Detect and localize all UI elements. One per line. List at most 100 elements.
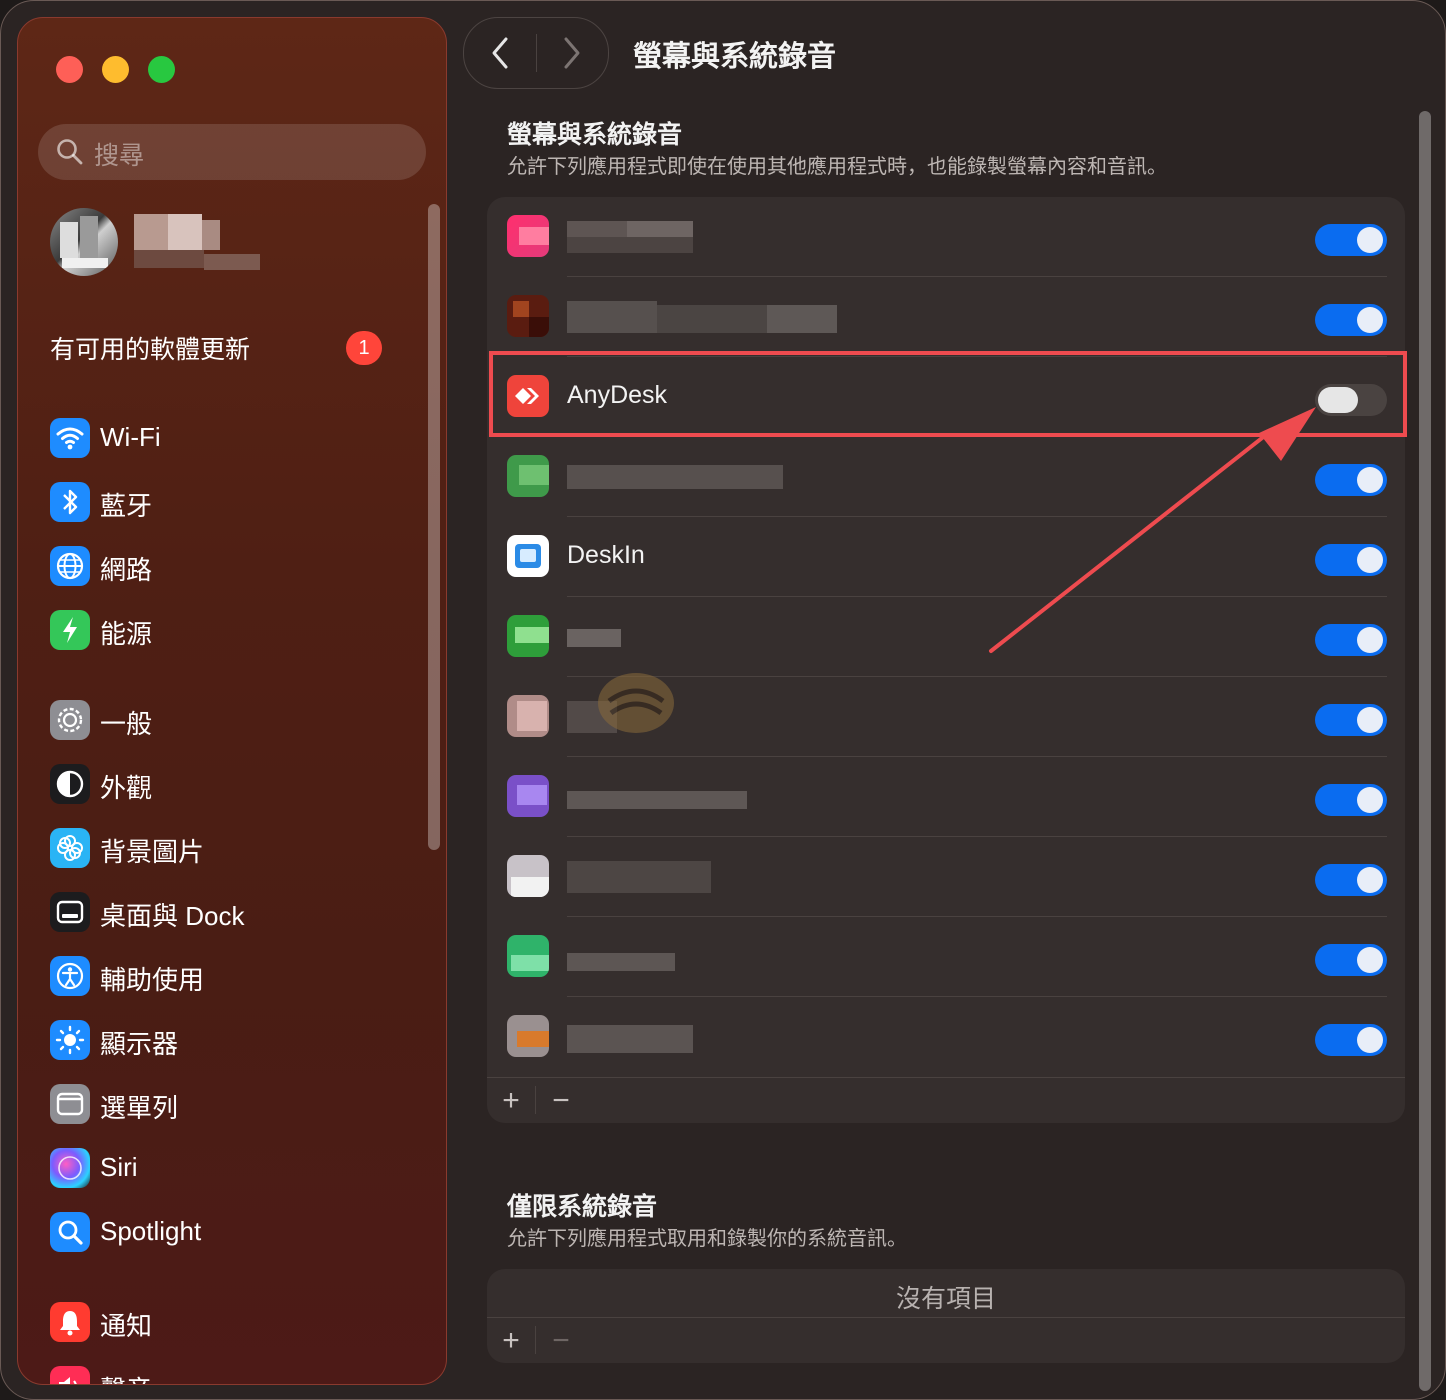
app-icon-redacted [507, 455, 549, 497]
arrow-annotation [989, 407, 1316, 653]
battery-icon [50, 610, 90, 650]
empty-list-label: 沒有項目 [895, 1285, 996, 1313]
app-icon-redacted [507, 695, 549, 737]
app-permission-toggle[interactable] [1315, 784, 1387, 816]
remove-app-button[interactable]: − [537, 1078, 585, 1124]
back-button[interactable] [464, 18, 536, 88]
sidebar-item-wifi[interactable]: Wi-Fi [50, 416, 402, 460]
app-permission-toggle[interactable] [1315, 224, 1387, 256]
sidebar-item-displays[interactable]: 顯示器 [50, 1018, 402, 1062]
sidebar-item-siri[interactable]: Siri [50, 1146, 402, 1190]
app-name-redacted [567, 861, 711, 893]
sidebar-item-label: 聲音 [100, 1370, 152, 1384]
sidebar-item-bluetooth[interactable]: 藍牙 [50, 480, 402, 524]
sidebar-item-label: Spotlight [100, 1216, 202, 1246]
bluetooth-icon [50, 482, 90, 522]
sidebar: 搜尋 有可用的軟體更新 1 Wi-Fi 藍牙 網路 能源 一般 外觀 背景圖片 … [17, 17, 447, 1385]
add-app-button[interactable]: + [487, 1318, 535, 1364]
app-icon-redacted [507, 215, 549, 257]
menubar-icon [50, 1084, 90, 1124]
sun-icon [50, 1020, 90, 1060]
app-permission-toggle[interactable] [1315, 1024, 1387, 1056]
dock-icon [50, 892, 90, 932]
app-row [487, 277, 1405, 357]
app-row [487, 757, 1405, 837]
list-footer: + − [487, 1077, 1405, 1124]
remove-app-button[interactable]: − [537, 1318, 585, 1364]
sidebar-item-menu-bar[interactable]: 選單列 [50, 1082, 402, 1126]
app-permission-toggle[interactable] [1315, 704, 1387, 736]
close-window-button[interactable] [56, 56, 83, 83]
sidebar-item-label: 網路 [100, 555, 153, 585]
gear-icon [50, 700, 90, 740]
sidebar-item-general[interactable]: 一般 [50, 698, 402, 742]
chevron-left-icon [492, 37, 508, 69]
deskin-permission-toggle[interactable] [1315, 544, 1387, 576]
bell-icon [50, 1302, 90, 1342]
sidebar-scrollbar[interactable] [428, 204, 440, 850]
flower-icon [50, 828, 90, 868]
sidebar-item-desktop-dock[interactable]: 桌面與 Dock [50, 890, 402, 934]
forward-button[interactable] [536, 18, 608, 88]
siri-icon [50, 1148, 90, 1188]
sidebar-item-notifications[interactable]: 通知 [50, 1300, 402, 1344]
app-icon-redacted [507, 855, 549, 897]
minimize-window-button[interactable] [102, 56, 129, 83]
deskin-icon [507, 535, 549, 577]
sidebar-item-label: 選單列 [100, 1093, 179, 1123]
settings-window: 搜尋 有可用的軟體更新 1 Wi-Fi 藍牙 網路 能源 一般 外觀 背景圖片 … [0, 0, 1446, 1400]
wifi-icon [50, 418, 90, 458]
app-row [487, 197, 1405, 277]
sidebar-item-network[interactable]: 網路 [50, 544, 402, 588]
app-row [487, 837, 1405, 917]
search-placeholder: 搜尋 [94, 142, 145, 170]
speaker-icon [50, 1366, 90, 1384]
sidebar-item-label: 能源 [100, 619, 153, 649]
sidebar-item-label: 輔助使用 [100, 965, 205, 995]
section-description-screen-recording: 允許下列應用程式即使在使用其他應用程式時，也能錄製螢幕內容和音訊。 [507, 156, 1167, 178]
add-app-button[interactable]: + [487, 1078, 535, 1124]
section-title-system-audio: 僅限系統錄音 [507, 1193, 658, 1221]
accessibility-icon [50, 956, 90, 996]
app-permission-toggle[interactable] [1315, 304, 1387, 336]
sidebar-item-wallpaper[interactable]: 背景圖片 [50, 826, 402, 870]
app-permission-toggle[interactable] [1315, 864, 1387, 896]
app-name-redacted [567, 941, 675, 973]
search-field[interactable]: 搜尋 [38, 124, 426, 180]
zoom-window-button[interactable] [148, 56, 175, 83]
app-name-redacted [567, 461, 783, 493]
sidebar-item-spotlight[interactable]: Spotlight [50, 1210, 402, 1254]
sidebar-item-label: 顯示器 [100, 1029, 179, 1059]
sidebar-item-label: 一般 [100, 709, 153, 739]
sidebar-item-sound[interactable]: 聲音 [50, 1364, 402, 1384]
apple-account-avatar[interactable] [50, 208, 118, 276]
sidebar-item-accessibility[interactable]: 輔助使用 [50, 954, 402, 998]
app-name-redacted [567, 781, 747, 813]
sidebar-item-label: Siri [100, 1152, 138, 1182]
navigation-segment [463, 17, 609, 89]
app-name-redacted [567, 221, 713, 253]
app-name: DeskIn [567, 541, 645, 569]
update-count-badge: 1 [346, 331, 382, 365]
app-row [487, 997, 1405, 1077]
system-audio-app-list: 沒有項目 + − [487, 1269, 1405, 1363]
page-title: 螢幕與系統錄音 [633, 41, 837, 73]
sidebar-item-battery[interactable]: 能源 [50, 608, 402, 652]
app-name-redacted [567, 301, 837, 333]
app-permission-toggle[interactable] [1315, 464, 1387, 496]
sidebar-item-appearance[interactable]: 外觀 [50, 762, 402, 806]
app-row [487, 917, 1405, 997]
appearance-icon [50, 764, 90, 804]
globe-icon [50, 546, 90, 586]
software-update-row[interactable]: 有可用的軟體更新 1 [50, 330, 402, 370]
list-footer: + − [487, 1317, 1405, 1364]
sidebar-item-label: Wi-Fi [100, 422, 161, 452]
app-icon-redacted [507, 1015, 549, 1057]
apple-account-name-redacted[interactable] [134, 214, 264, 274]
sidebar-item-label: 外觀 [100, 773, 153, 803]
app-icon-redacted [507, 295, 549, 337]
main-scrollbar[interactable] [1419, 111, 1431, 1391]
watermark-logo [598, 673, 674, 733]
app-permission-toggle[interactable] [1315, 944, 1387, 976]
app-permission-toggle[interactable] [1315, 624, 1387, 656]
